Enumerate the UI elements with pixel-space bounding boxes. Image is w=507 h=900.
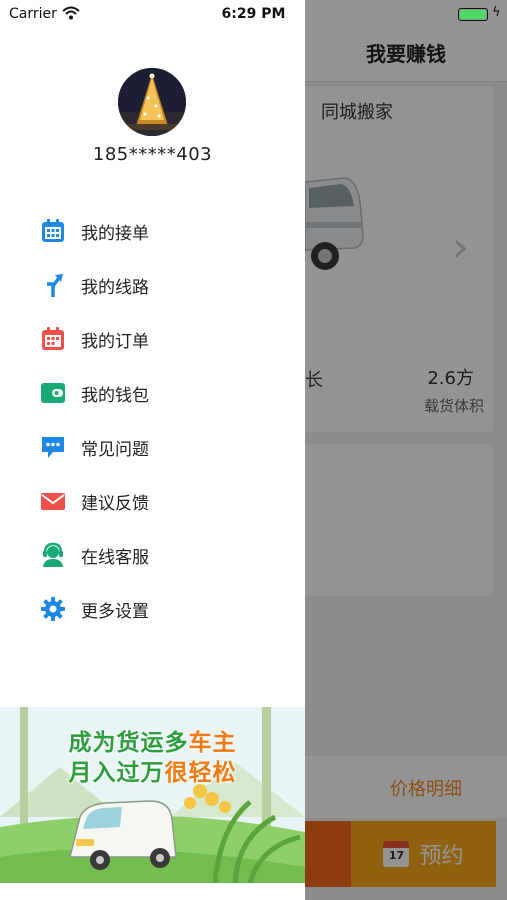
- menu-item-more-settings[interactable]: 更多设置: [0, 582, 305, 636]
- menu-item-label: 常见问题: [81, 439, 149, 460]
- menu-item-my-orders[interactable]: 我的订单: [0, 312, 305, 366]
- drawer-footer: [0, 883, 305, 900]
- status-time: 6:29 PM: [221, 6, 286, 22]
- menu-item-online-service[interactable]: 在线客服: [0, 528, 305, 582]
- wallet-icon: [40, 380, 66, 406]
- battery-icon: [458, 8, 488, 21]
- menu-item-faq[interactable]: 常见问题: [0, 420, 305, 474]
- customer-service-icon: [40, 542, 66, 568]
- screen: 我要赚钱 同城搬家 › 长 2.6方 载货体积 价格明细 17 预约 185**…: [0, 0, 507, 900]
- menu-item-label: 更多设置: [81, 601, 149, 622]
- calendar-icon: [40, 326, 66, 352]
- calendar-grid-icon: [40, 218, 66, 244]
- promo-banner[interactable]: 成为货运多车主 月入过万很轻松: [0, 707, 305, 883]
- menu-item-my-wallet[interactable]: 我的钱包: [0, 366, 305, 420]
- mail-icon: [40, 488, 66, 514]
- christmas-tree-icon: [118, 68, 186, 136]
- menu-item-label: 我的钱包: [81, 385, 149, 406]
- banner-headline-2: 月入过万很轻松: [68, 760, 237, 786]
- menu-item-label: 建议反馈: [81, 493, 149, 514]
- chat-bubble-icon: [40, 434, 66, 460]
- user-phone: 185*****403: [92, 144, 213, 165]
- side-drawer: 185*****403 我的接单 我的线路 我的订单 我的钱包 常见问题 建议反…: [0, 0, 305, 900]
- menu-item-label: 我的线路: [81, 277, 149, 298]
- route-arrow-icon: [40, 272, 66, 298]
- menu-item-label: 我的订单: [81, 331, 149, 352]
- gear-icon: [40, 596, 66, 622]
- menu-item-label: 我的接单: [81, 223, 149, 244]
- menu-item-my-accepted[interactable]: 我的接单: [0, 204, 305, 258]
- charging-bolt-icon: ϟ: [492, 5, 501, 20]
- menu-item-label: 在线客服: [81, 547, 149, 568]
- menu-item-feedback[interactable]: 建议反馈: [0, 474, 305, 528]
- status-bar: Carrier 6:29 PM ϟ: [0, 0, 507, 28]
- menu-item-my-routes[interactable]: 我的线路: [0, 258, 305, 312]
- avatar[interactable]: [118, 68, 186, 136]
- drawer-menu: 我的接单 我的线路 我的订单 我的钱包 常见问题 建议反馈 在线客服 更多设置: [0, 204, 305, 636]
- banner-headline-1: 成为货运多车主: [68, 730, 237, 756]
